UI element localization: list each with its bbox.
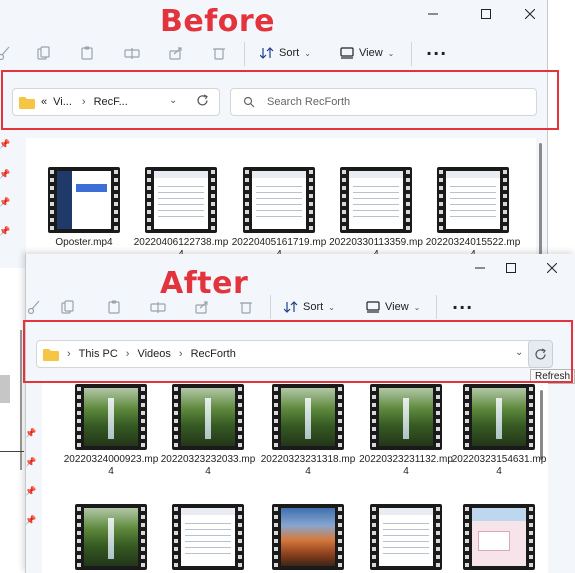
sidebar-scrollbar[interactable] <box>20 330 22 470</box>
video-thumbnail[interactable] <box>48 167 120 233</box>
more-options-button[interactable]: ··· <box>426 44 447 63</box>
rename-icon[interactable] <box>122 43 142 63</box>
scrollbar[interactable] <box>539 143 542 258</box>
highlight-box-after <box>23 320 573 383</box>
video-thumbnail[interactable] <box>437 167 509 233</box>
sort-icon <box>260 47 274 59</box>
video-thumbnail[interactable] <box>370 384 442 450</box>
explorer-window-before: Sort ⌄ View ⌄ ··· « Vi... › RecF... ⌄ Se… <box>0 0 548 268</box>
video-thumbnail[interactable] <box>75 504 147 570</box>
pin-icon: 📌 <box>0 227 11 237</box>
minimize-icon <box>428 13 438 15</box>
thumbnail-preview <box>181 508 235 566</box>
comparison-screenshot: Sort ⌄ View ⌄ ··· « Vi... › RecF... ⌄ Se… <box>0 0 575 573</box>
after-label: After <box>160 266 249 301</box>
video-thumbnail[interactable] <box>145 167 217 233</box>
thumbnail-preview <box>379 388 433 446</box>
thumbnail-preview <box>379 508 433 566</box>
file-name[interactable]: 20220323231132.mp4 <box>358 454 454 478</box>
video-thumbnail[interactable] <box>243 167 315 233</box>
pin-icon: 📌 <box>0 170 11 180</box>
thumbnail-preview <box>472 388 526 446</box>
sort-button[interactable]: Sort ⌄ <box>260 47 311 59</box>
pin-icon: 📌 <box>25 487 37 497</box>
minimize-button[interactable] <box>415 0 451 28</box>
video-thumbnail[interactable] <box>172 384 244 450</box>
before-label: Before <box>160 4 276 39</box>
chevron-down-icon: ⌄ <box>413 302 421 312</box>
chevron-down-icon: ⌄ <box>387 48 395 58</box>
view-button[interactable]: View ⌄ <box>366 301 420 313</box>
maximize-button[interactable] <box>493 254 529 282</box>
toolbar-separator <box>270 295 271 319</box>
thumbnail-preview <box>281 508 335 566</box>
view-label: View <box>385 301 409 313</box>
thumbnail-preview <box>181 388 235 446</box>
paste-icon[interactable] <box>77 43 97 63</box>
close-button[interactable] <box>534 254 570 282</box>
view-button[interactable]: View ⌄ <box>340 47 394 59</box>
thumbnail-preview <box>472 508 526 566</box>
paste-icon[interactable] <box>104 297 124 317</box>
more-options-button[interactable]: ··· <box>452 298 473 317</box>
minimize-icon <box>475 267 485 269</box>
highlight-box-before <box>1 70 559 130</box>
thumbnail-preview <box>154 171 208 229</box>
delete-icon[interactable] <box>209 43 229 63</box>
toolbar-separator <box>244 42 245 66</box>
pin-icon: 📌 <box>25 458 37 468</box>
video-thumbnail[interactable] <box>75 384 147 450</box>
thumbnail-preview <box>252 171 306 229</box>
sort-label: Sort <box>279 47 300 59</box>
sidebar-selection <box>0 375 10 403</box>
sort-label: Sort <box>303 301 324 313</box>
cut-icon[interactable] <box>26 297 44 317</box>
close-button[interactable] <box>512 0 547 28</box>
explorer-window-after: Sort ⌄ View ⌄ ··· › This PC › Videos › R… <box>25 254 575 573</box>
maximize-icon <box>481 9 491 19</box>
close-icon <box>547 263 557 273</box>
share-icon[interactable] <box>166 43 186 63</box>
maximize-button[interactable] <box>468 0 504 28</box>
copy-icon[interactable] <box>58 297 78 317</box>
pin-icon: 📌 <box>25 516 37 526</box>
pin-icon: 📌 <box>25 429 37 439</box>
view-label: View <box>359 47 383 59</box>
close-icon <box>525 9 535 19</box>
toolbar-separator <box>411 42 412 66</box>
chevron-down-icon: ⌄ <box>328 302 335 312</box>
thumbnail-preview <box>84 508 138 566</box>
cut-icon[interactable] <box>0 43 14 63</box>
video-thumbnail[interactable] <box>272 504 344 570</box>
view-icon <box>340 47 354 59</box>
pin-icon: 📌 <box>0 140 11 150</box>
thumbnail-preview <box>446 171 500 229</box>
thumbnail-preview <box>281 388 335 446</box>
toolbar-separator <box>436 295 437 319</box>
file-name[interactable]: 20220324000923.mp4 <box>63 454 159 478</box>
video-thumbnail[interactable] <box>463 504 535 570</box>
copy-icon[interactable] <box>34 43 54 63</box>
thumbnail-preview <box>57 171 111 229</box>
video-thumbnail[interactable] <box>463 384 535 450</box>
thumbnail-preview <box>349 171 403 229</box>
file-name[interactable]: 20220323154631.mp4 <box>451 454 547 478</box>
sidebar-divider <box>0 451 24 452</box>
scrollbar[interactable] <box>540 390 543 460</box>
video-thumbnail[interactable] <box>172 504 244 570</box>
file-name[interactable]: 20220323232033.mp4 <box>160 454 256 478</box>
file-name[interactable]: Oposter.mp4 <box>36 237 132 249</box>
sort-button[interactable]: Sort ⌄ <box>284 301 335 313</box>
sort-icon <box>284 301 298 313</box>
file-name[interactable]: 20220323231318.mp4 <box>260 454 356 478</box>
maximize-icon <box>506 263 516 273</box>
video-thumbnail[interactable] <box>340 167 412 233</box>
thumbnail-preview <box>84 388 138 446</box>
chevron-down-icon: ⌄ <box>304 48 311 58</box>
pin-icon: 📌 <box>0 198 11 208</box>
video-thumbnail[interactable] <box>272 384 344 450</box>
video-thumbnail[interactable] <box>370 504 442 570</box>
view-icon <box>366 301 380 313</box>
